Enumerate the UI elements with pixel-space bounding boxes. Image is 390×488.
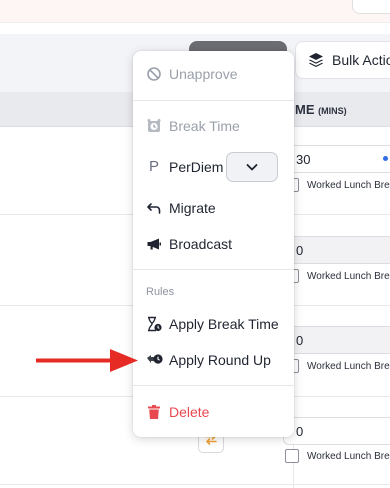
return-arrow-icon	[146, 200, 162, 216]
hourglass-clock-icon	[146, 316, 162, 332]
break-time-value: 30	[296, 152, 311, 167]
menu-item-label: Delete	[169, 404, 210, 420]
trash-icon	[146, 404, 162, 420]
menu-item-label: Migrate	[169, 200, 216, 216]
break-time-input[interactable]: 0	[283, 236, 390, 264]
column-header-unit: (MINS)	[318, 106, 347, 116]
break-time-value: 0	[296, 243, 304, 258]
menu-item-label: Break Time	[169, 118, 240, 134]
status-dot	[383, 156, 388, 161]
menu-item-delete[interactable]: Delete	[146, 404, 209, 420]
top-right-button[interactable]	[352, 0, 390, 14]
menu-divider	[133, 385, 294, 386]
worked-lunch-label: Worked Lunch Brea	[307, 451, 390, 462]
menu-item-label: Apply Round Up	[169, 352, 271, 368]
row-divider	[0, 484, 390, 485]
break-time-input[interactable]: 30	[283, 145, 390, 173]
break-time-value: 0	[296, 424, 304, 439]
column-header-time: ME (MINS)	[295, 102, 347, 117]
menu-item-apply-round-up[interactable]: Apply Round Up	[146, 352, 271, 368]
top-header-strip	[0, 0, 390, 23]
menu-item-apply-break-time[interactable]: Apply Break Time	[146, 316, 279, 332]
menu-item-break-time[interactable]: Break Time	[146, 118, 240, 134]
annotation-arrow-icon	[34, 346, 140, 381]
menu-item-label: Apply Break Time	[169, 316, 279, 332]
menu-item-unapprove[interactable]: Unapprove	[146, 66, 238, 82]
menu-divider	[133, 269, 294, 270]
menu-item-perdiem[interactable]: P PerDiem	[146, 158, 224, 176]
break-time-value: 0	[296, 333, 304, 348]
megaphone-icon	[146, 236, 162, 252]
p-letter-icon: P	[148, 158, 159, 175]
bulk-actions-button[interactable]: Bulk Actio	[295, 41, 390, 79]
chevron-down-icon	[244, 159, 260, 175]
worked-lunch-label: Worked Lunch Brea	[307, 361, 390, 372]
menu-section-title: Rules	[146, 286, 175, 298]
menu-divider	[133, 100, 294, 101]
worked-lunch-label: Worked Lunch Brea	[307, 271, 390, 282]
break-time-input[interactable]: 0	[283, 326, 390, 354]
menu-item-label: Unapprove	[169, 66, 238, 82]
bulk-actions-label: Bulk Actio	[332, 52, 390, 68]
menu-item-label: PerDiem	[169, 159, 224, 175]
layers-icon	[308, 52, 324, 68]
round-up-clock-icon	[146, 352, 163, 368]
column-header-title: ME	[295, 102, 315, 117]
break-time-input[interactable]: 0	[283, 417, 390, 445]
worked-lunch-label: Worked Lunch Brea	[307, 180, 390, 191]
perdiem-select[interactable]	[226, 152, 278, 182]
alarm-clock-icon	[146, 118, 162, 134]
menu-item-label: Broadcast	[169, 236, 233, 252]
menu-item-migrate[interactable]: Migrate	[146, 200, 216, 216]
ban-icon	[146, 66, 162, 82]
worked-lunch-checkbox[interactable]	[285, 449, 299, 463]
menu-item-broadcast[interactable]: Broadcast	[146, 236, 232, 252]
